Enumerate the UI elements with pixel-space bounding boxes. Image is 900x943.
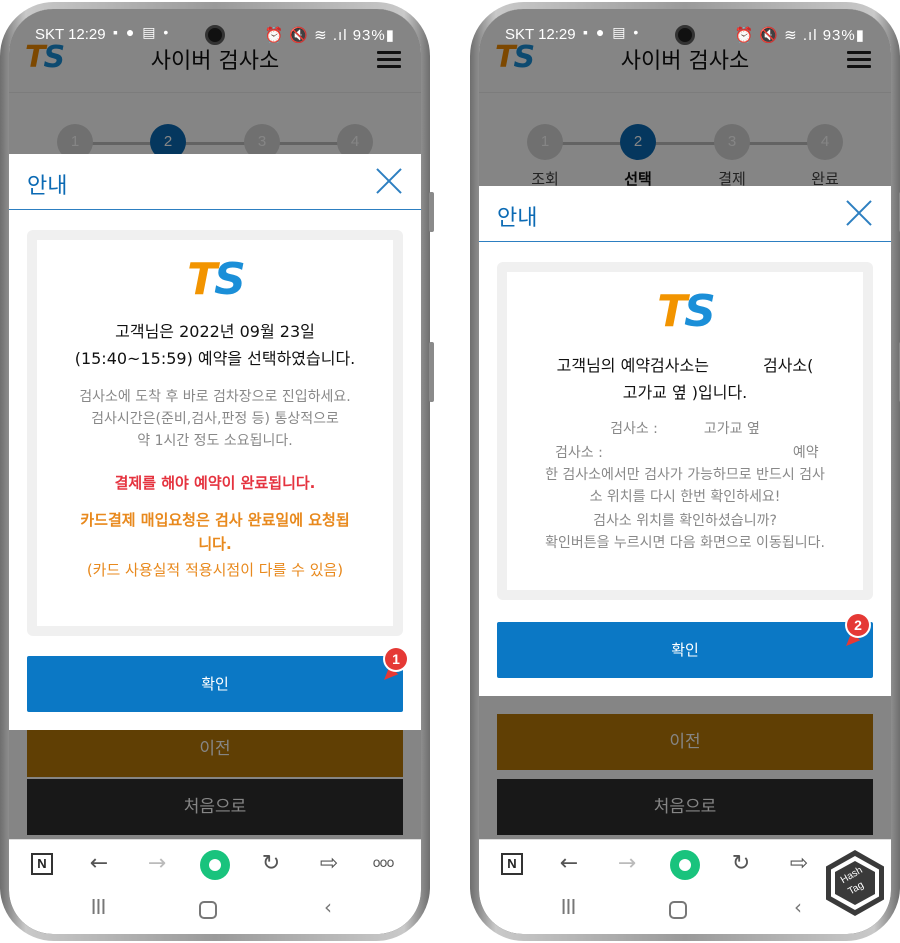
- card-notice-sub: (카드 사용실적 적용시점이 다를 수 있음): [86, 561, 344, 579]
- recents-icon[interactable]: III: [553, 895, 583, 919]
- android-nav-bar: III ‹: [9, 887, 421, 934]
- logo-letter: S: [214, 254, 246, 305]
- status-time: SKT 12:29: [505, 26, 576, 43]
- notice-text: 검사소에 도착 후 바로 검차장으로 진입하세요.: [79, 389, 351, 405]
- card-notice: 카드결제 매입요청은 검사 완료일에 요청됩: [80, 511, 350, 529]
- notice-text: 약 1시간 정도 소요됩니다.: [137, 433, 293, 449]
- card-notice: 니다.: [198, 535, 232, 553]
- ts-logo: TS: [507, 286, 863, 337]
- share-icon[interactable]: ⇨: [315, 850, 343, 878]
- phone-frame-right: TS 사이버 검사소 1 조회 2 선택 3 결제 4 완료 이전 처음으로 SKT 1…: [470, 2, 900, 941]
- back-arrow-icon[interactable]: ←: [85, 850, 113, 878]
- step-marker: 2: [847, 614, 869, 636]
- modal-title: 안내: [497, 206, 538, 231]
- phone-side-button: [429, 192, 434, 232]
- reserved-center-line: 고객님의 예약검사소는 검사소(: [507, 352, 863, 379]
- status-bar: SKT 12:29 ▪ ● ▤ • ⏰ 🔇 ≋ .ıl 93%▮: [479, 9, 891, 55]
- reload-icon[interactable]: ↻: [727, 850, 755, 878]
- modal-title: 안내: [27, 174, 68, 199]
- confirm-button[interactable]: 확인: [497, 622, 873, 678]
- phone-screen-left: TS 사이버 검사소 1조회 2선택 3결제 4완료 이전 처음으로 SKT 1…: [9, 9, 421, 934]
- recents-icon[interactable]: III: [83, 895, 113, 919]
- more-icon[interactable]: ooo: [369, 850, 397, 878]
- center-info-row: 검사소 : 예약: [507, 442, 863, 464]
- browser-toolbar: N ← → ↻ ⇨ ooo: [9, 839, 421, 887]
- step-marker: 1: [385, 648, 407, 670]
- modal-header: 안내: [9, 154, 421, 210]
- notice-text: 한 검사소에서만 검사가 가능하므로 반드시 검사: [545, 467, 825, 483]
- notice-text: 소 위치를 다시 한번 확인하세요!: [589, 489, 781, 505]
- payment-warning: 결제를 해야 예약이 완료됩니다.: [114, 474, 316, 492]
- reservation-date: 고객님은 2022년 09월 23일: [115, 322, 315, 341]
- naver-home-icon[interactable]: N: [31, 853, 53, 875]
- modal-header: 안내: [479, 186, 891, 242]
- green-dot-icon[interactable]: [200, 850, 230, 880]
- nav-back-icon[interactable]: ‹: [313, 895, 343, 919]
- nav-back-icon[interactable]: ‹: [783, 895, 813, 919]
- home-icon[interactable]: [199, 901, 217, 919]
- hashtag-watermark-icon: Hash Tag: [826, 850, 884, 916]
- center-label: 검사소 :: [610, 421, 658, 437]
- camera-icon: [675, 25, 695, 45]
- center-label: 검사소 :: [555, 445, 603, 461]
- reserved-center-text: 고객님의 예약검사소는: [556, 356, 709, 375]
- notice-box: TS 고객님의 예약검사소는 검사소( 고가교 옆 )입니다. 검사소 : 고가교 …: [497, 262, 873, 600]
- notification-icons: ▪ ● ▤ •: [113, 24, 171, 40]
- forward-arrow-icon[interactable]: →: [143, 850, 171, 878]
- reserved-center-name: 검사소(: [762, 356, 814, 375]
- reservation-time: (15:40~15:59) 예약을 선택하였습니다.: [74, 349, 356, 368]
- close-icon[interactable]: [845, 199, 873, 227]
- info-modal: 안내 TS 고객님은 2022년 09월 23일 (15:40~15:59) 예…: [9, 154, 421, 730]
- notice-text: 검사소 위치를 확인하셨습니까?: [593, 513, 777, 529]
- back-arrow-icon[interactable]: ←: [555, 850, 583, 878]
- reload-icon[interactable]: ↻: [257, 850, 285, 878]
- info-modal: 안내 TS 고객님의 예약검사소는 검사소( 고가교 옆 )입니다. 검사소 : 고…: [479, 186, 891, 696]
- naver-home-icon[interactable]: N: [501, 853, 523, 875]
- phone-side-button: [429, 342, 434, 402]
- notice-content: TS 고객님은 2022년 09월 23일 (15:40~15:59) 예약을 …: [37, 240, 393, 626]
- home-icon[interactable]: [669, 901, 687, 919]
- notice-text: 검사시간은(준비,검사,판정 등) 통상적으로: [91, 411, 339, 427]
- notice-text: 확인버튼을 누르시면 다음 화면으로 이동됩니다.: [545, 535, 825, 551]
- logo-letter: T: [187, 254, 217, 305]
- notice-box: TS 고객님은 2022년 09월 23일 (15:40~15:59) 예약을 …: [27, 230, 403, 636]
- green-dot-icon[interactable]: [670, 850, 700, 880]
- center-info-row: 검사소 : 고가교 옆: [507, 418, 863, 440]
- logo-letter: T: [657, 286, 687, 337]
- share-icon[interactable]: ⇨: [785, 850, 813, 878]
- status-icons: ⏰ 🔇 ≋ .ıl 93%▮: [264, 27, 395, 44]
- logo-letter: S: [684, 286, 716, 337]
- notification-icons: ▪ ● ▤ •: [583, 24, 641, 40]
- notice-content: TS 고객님의 예약검사소는 검사소( 고가교 옆 )입니다. 검사소 : 고가교 …: [507, 272, 863, 590]
- forward-arrow-icon[interactable]: →: [613, 850, 641, 878]
- status-time: SKT 12:29: [35, 26, 106, 43]
- phone-frame-left: TS 사이버 검사소 1조회 2선택 3결제 4완료 이전 처음으로 SKT 1…: [0, 2, 434, 941]
- reserved-center-location: 고가교 옆 )입니다.: [622, 383, 748, 402]
- status-bar: SKT 12:29 ▪ ● ▤ • ⏰ 🔇 ≋ .ıl 93%▮: [9, 9, 421, 55]
- center-value: 고가교 옆: [703, 421, 760, 437]
- camera-icon: [205, 25, 225, 45]
- confirm-button[interactable]: 확인: [27, 656, 403, 712]
- ts-logo: TS: [37, 254, 393, 305]
- phone-screen-right: TS 사이버 검사소 1 조회 2 선택 3 결제 4 완료 이전 처음으로 SKT 1…: [479, 9, 891, 934]
- status-icons: ⏰ 🔇 ≋ .ıl 93%▮: [734, 27, 865, 44]
- close-icon[interactable]: [375, 167, 403, 195]
- center-value: 예약: [792, 445, 819, 461]
